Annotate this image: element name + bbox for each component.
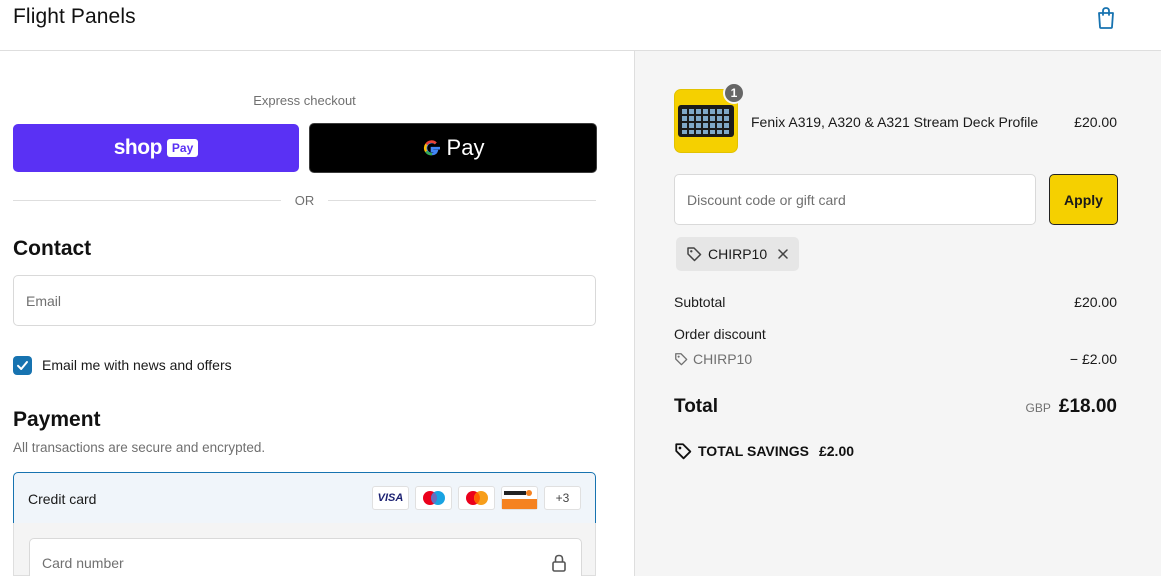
shopping-bag-icon[interactable] [1095, 6, 1117, 30]
site-header: Flight Panels [0, 0, 1161, 51]
order-discount-code: CHIRP10 [693, 351, 753, 367]
discover-logo-icon [501, 486, 538, 510]
google-pay-button[interactable]: Pay [309, 123, 597, 173]
stream-deck-image-icon [678, 105, 734, 137]
apply-discount-button[interactable]: Apply [1049, 174, 1118, 225]
total-amount: GBP £18.00 [1026, 396, 1117, 418]
credit-card-label: Credit card [28, 491, 97, 507]
payment-heading: Payment [13, 408, 101, 431]
card-logos: VISA +3 [372, 486, 581, 510]
divider-line [328, 200, 596, 201]
subtotal-value: £20.00 [1074, 294, 1117, 310]
news-offers-checkbox[interactable] [13, 355, 32, 375]
tag-icon [675, 443, 692, 460]
more-cards-badge[interactable]: +3 [544, 486, 581, 510]
mastercard-circles-icon [465, 491, 488, 505]
express-checkout-label: Express checkout [253, 93, 356, 108]
news-offers-label: Email me with news and offers [42, 357, 232, 373]
applied-discount-chip: CHIRP10 [676, 237, 800, 271]
discover-mark-icon [502, 490, 537, 509]
discount-code-input[interactable]: Discount code or gift card [674, 174, 1036, 225]
subtotal-label: Subtotal [674, 294, 726, 310]
card-details-area: Card number [13, 523, 596, 576]
more-cards-count: +3 [555, 491, 570, 505]
visa-wordmark: VISA [377, 492, 404, 504]
email-field[interactable]: Email [13, 275, 596, 326]
email-placeholder: Email [26, 293, 62, 309]
or-divider: OR [13, 192, 596, 208]
lock-icon [552, 554, 566, 572]
close-icon [778, 249, 788, 259]
discount-placeholder: Discount code or gift card [687, 192, 846, 208]
order-summary: 1 Fenix A319, A320 & A321 Stream Deck Pr… [634, 51, 1161, 576]
remove-discount-button[interactable] [777, 248, 789, 260]
google-g-icon [423, 140, 440, 156]
google-pay-wordmark: Pay [446, 135, 485, 160]
shop-pay-badge: Pay [166, 139, 199, 157]
news-offers-checkbox-row[interactable]: Email me with news and offers [13, 355, 232, 375]
product-price: £20.00 [1074, 114, 1117, 130]
visa-logo-icon: VISA [372, 486, 409, 510]
tag-icon [675, 353, 688, 366]
total-savings-row: TOTAL SAVINGS £2.00 [674, 442, 854, 460]
contact-heading: Contact [13, 237, 92, 260]
total-label: Total [674, 396, 718, 417]
mastercard-logo-icon [458, 486, 495, 510]
order-discount-value: − £2.00 [1069, 351, 1117, 367]
total-savings-value: £2.00 [818, 443, 855, 459]
maestro-logo-icon [415, 486, 452, 510]
total-value: £18.00 [1058, 396, 1117, 417]
product-name: Fenix A319, A320 & A321 Stream Deck Prof… [751, 114, 1039, 130]
card-number-field[interactable]: Card number [29, 538, 582, 576]
maestro-circles-icon [422, 491, 445, 505]
shop-pay-wordmark: shop [113, 136, 163, 159]
applied-code-text: CHIRP10 [708, 246, 768, 262]
credit-card-option[interactable]: Credit card VISA +3 [13, 472, 596, 524]
checkmark-icon [17, 360, 28, 370]
order-discount-label: Order discount [674, 326, 766, 342]
checkout-form: Express checkout shop Pay Pay OR Contact… [0, 51, 634, 576]
brand-title[interactable]: Flight Panels [13, 5, 136, 29]
quantity-badge: 1 [723, 82, 745, 104]
order-discount-code-row: CHIRP10 [674, 351, 752, 367]
currency-code: GBP [1025, 401, 1051, 415]
card-number-placeholder: Card number [42, 555, 124, 571]
tag-icon [687, 247, 702, 262]
payment-subtitle: All transactions are secure and encrypte… [13, 440, 266, 455]
shop-pay-button[interactable]: shop Pay [13, 124, 299, 172]
total-savings-label: TOTAL SAVINGS [698, 443, 809, 459]
